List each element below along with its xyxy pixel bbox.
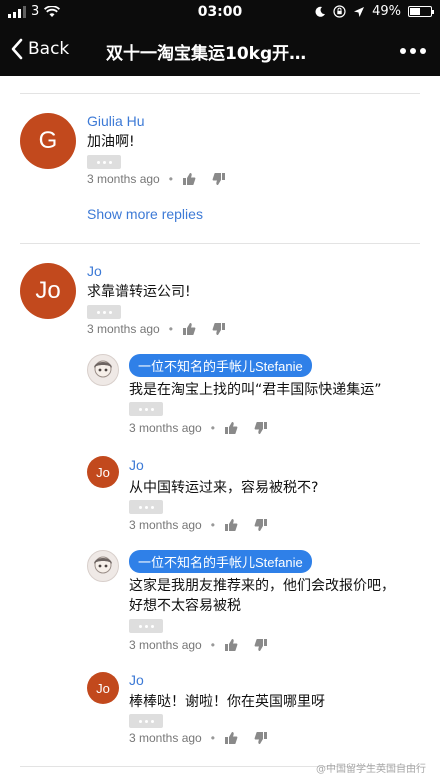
expand-button[interactable]: [129, 619, 163, 633]
lock-rotation-icon: [333, 5, 346, 18]
thumbs-down-icon[interactable]: [254, 731, 268, 745]
thumbs-down-icon[interactable]: [254, 518, 268, 532]
reply-author[interactable]: Jo: [129, 672, 144, 688]
divider: [20, 93, 420, 94]
back-button[interactable]: Back: [10, 38, 69, 60]
reply-meta: 3 months ago •: [129, 421, 284, 435]
avatar[interactable]: Jo: [87, 456, 119, 488]
separator-dot: •: [210, 638, 215, 652]
thumbs-up-icon[interactable]: [182, 172, 196, 186]
comment-meta: 3 months ago •: [87, 172, 242, 186]
reply-meta: 3 months ago •: [129, 638, 284, 652]
expand-button[interactable]: [129, 402, 163, 416]
expand-button[interactable]: [87, 305, 121, 319]
location-icon: [354, 6, 365, 17]
thumbs-up-icon[interactable]: [224, 638, 238, 652]
girl-avatar-icon: [94, 556, 112, 574]
reply-author[interactable]: 一位不知名的手帐儿Stefanie: [129, 354, 312, 377]
dot-icon: [410, 48, 416, 54]
page-title: 双十一淘宝集运10kg开…: [106, 44, 307, 64]
comment-time: 3 months ago: [87, 322, 160, 336]
reply-time: 3 months ago: [129, 518, 202, 532]
separator-dot: •: [168, 172, 173, 186]
back-label: Back: [28, 39, 70, 59]
comment-meta: 3 months ago •: [87, 322, 242, 336]
reply-author[interactable]: 一位不知名的手帐儿Stefanie: [129, 550, 312, 573]
status-bar: 3 03:00 49%: [0, 0, 440, 26]
battery-percent: 49%: [372, 4, 401, 19]
reply-time: 3 months ago: [129, 731, 202, 745]
avatar[interactable]: Jo: [20, 263, 76, 319]
comment-author[interactable]: Giulia Hu: [87, 113, 145, 129]
avatar[interactable]: G: [20, 113, 76, 169]
avatar[interactable]: [87, 550, 119, 582]
girl-avatar-icon: [94, 360, 112, 378]
chevron-left-icon: [11, 38, 23, 60]
reply-time: 3 months ago: [129, 638, 202, 652]
status-right: 49%: [314, 4, 434, 19]
avatar-initial: Jo: [96, 464, 110, 480]
moon-icon: [315, 6, 326, 17]
reply-text-line: 棒棒哒！谢啦！你在英国哪里呀: [129, 694, 325, 710]
dot-icon: [420, 48, 426, 54]
expand-button[interactable]: [129, 714, 163, 728]
avatar-initial: Jo: [96, 680, 110, 696]
reply-text-line: 我是在淘宝上找的叫“君丰国际快递集运”: [129, 382, 382, 398]
avatar[interactable]: Jo: [87, 672, 119, 704]
separator-dot: •: [210, 421, 215, 435]
reply-time: 3 months ago: [129, 421, 202, 435]
expand-button[interactable]: [87, 155, 121, 169]
more-options-button[interactable]: [400, 48, 426, 54]
comments-feed[interactable]: G Giulia Hu 加油啊! 3 months ago • Show mor…: [0, 76, 440, 783]
reply-text-line: 好想不太容易被税: [129, 598, 241, 614]
comment-text: 求靠谱转运公司!: [87, 284, 191, 300]
comment-text: 加油啊!: [87, 134, 135, 150]
reply-meta: 3 months ago •: [129, 731, 284, 745]
avatar[interactable]: [87, 354, 119, 386]
divider: [20, 243, 420, 244]
thumbs-up-icon[interactable]: [224, 731, 238, 745]
separator-dot: •: [168, 322, 173, 336]
battery-icon: [408, 6, 434, 17]
expand-button[interactable]: [129, 500, 163, 514]
separator-dot: •: [210, 518, 215, 532]
thumbs-down-icon[interactable]: [212, 172, 226, 186]
thumbs-up-icon[interactable]: [182, 322, 196, 336]
reply-text-line: 这家是我朋友推荐来的，他们会改报价吧，: [129, 578, 395, 594]
navigation-bar: Back 双十一淘宝集运10kg开…: [0, 26, 440, 76]
thumbs-down-icon[interactable]: [212, 322, 226, 336]
avatar-initial: G: [38, 127, 58, 154]
comment-time: 3 months ago: [87, 172, 160, 186]
reply-text-line: 从中国转运过来，容易被税不?: [129, 480, 319, 496]
watermark: @中国留学生英国自由行: [316, 764, 426, 775]
thumbs-down-icon[interactable]: [254, 421, 268, 435]
show-more-replies-link[interactable]: Show more replies: [87, 206, 203, 222]
reply-meta: 3 months ago •: [129, 518, 284, 532]
reply-author[interactable]: Jo: [129, 457, 144, 473]
thumbs-up-icon[interactable]: [224, 518, 238, 532]
avatar-initial: Jo: [35, 277, 61, 304]
comment-author[interactable]: Jo: [87, 263, 102, 279]
thumbs-up-icon[interactable]: [224, 421, 238, 435]
dot-icon: [400, 48, 406, 54]
separator-dot: •: [210, 731, 215, 745]
thumbs-down-icon[interactable]: [254, 638, 268, 652]
